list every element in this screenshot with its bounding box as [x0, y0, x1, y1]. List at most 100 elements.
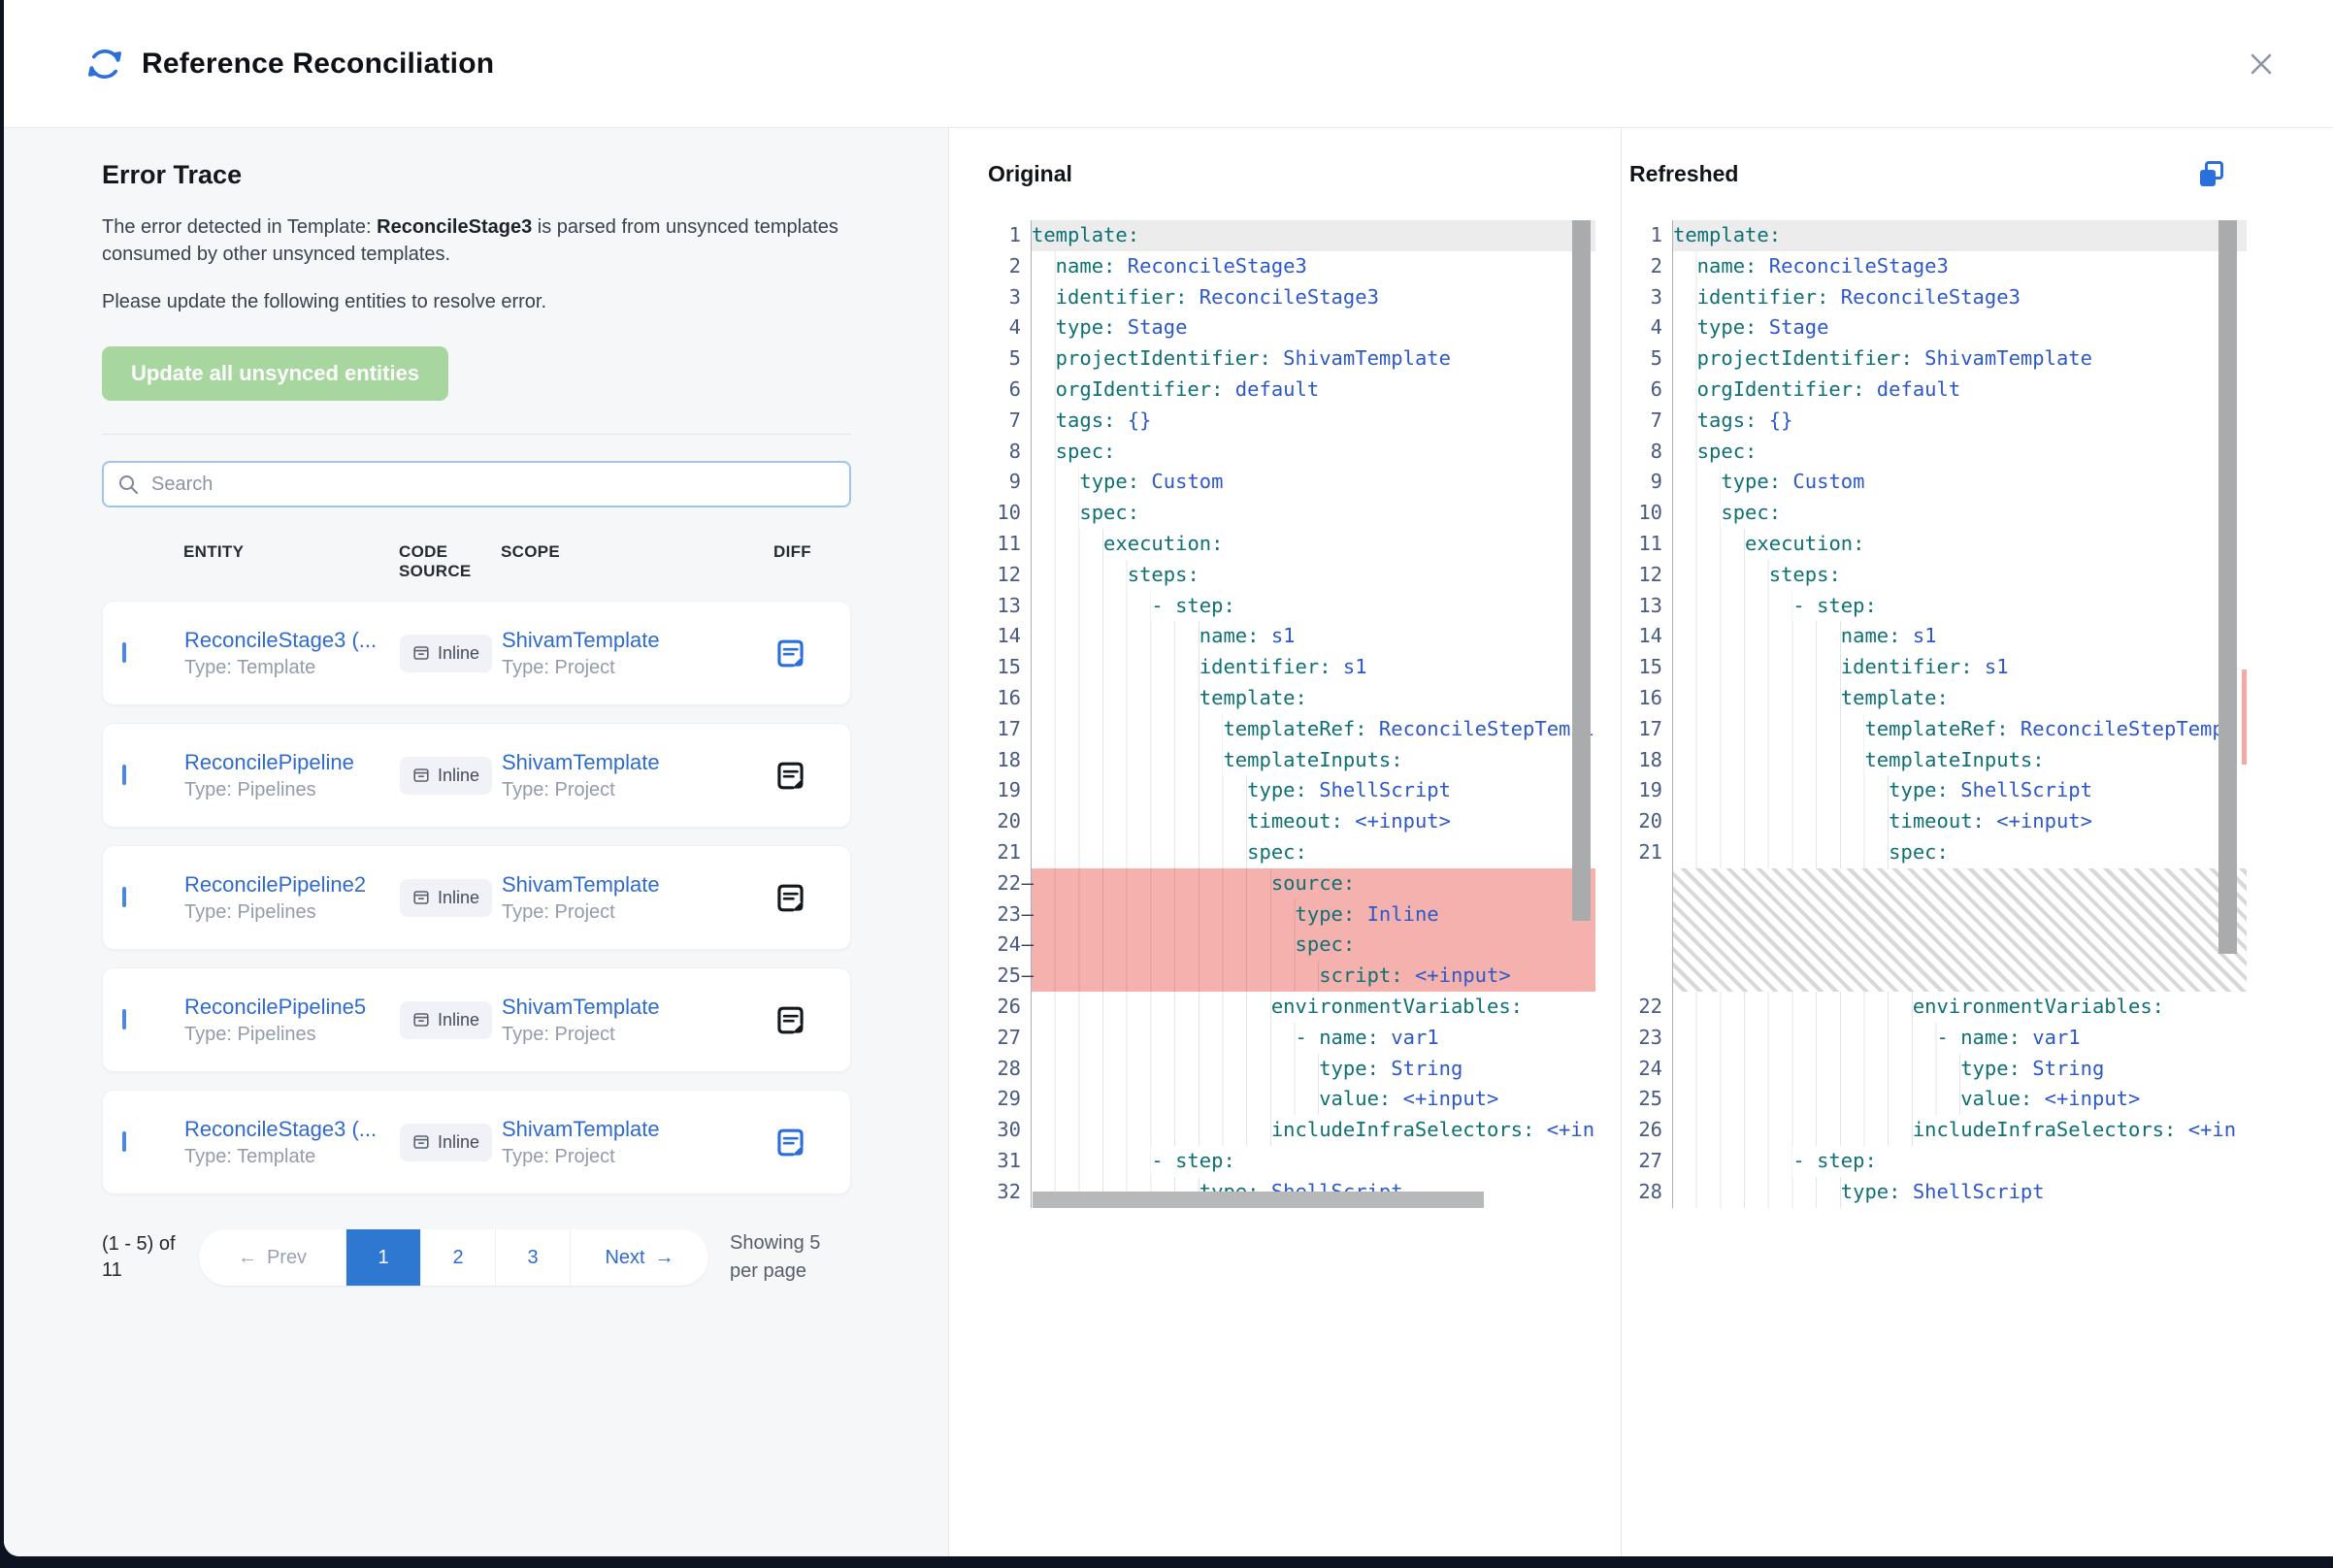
column-entity: ENTITY [183, 542, 399, 562]
code-line: 4type: Stage [988, 312, 1595, 343]
page-button-2[interactable]: 2 [421, 1229, 496, 1286]
code-line: 19type: ShellScript [988, 775, 1595, 806]
dialog-header: Reference Reconciliation [4, 0, 2333, 128]
row-checkbox[interactable] [122, 887, 126, 907]
diff-note-icon[interactable] [772, 1125, 808, 1160]
horizontal-scrollbar[interactable] [1033, 1192, 1484, 1208]
code-line: 28type: ShellScript [1629, 1177, 2247, 1208]
table-row: ReconcilePipeline5 Type: Pipelines Inlin… [102, 967, 851, 1072]
table-header: ENTITY CODE SOURCE SCOPE DIFF [102, 542, 851, 581]
code-line: 12steps: [1629, 560, 2247, 591]
diff-note-icon[interactable] [772, 1002, 808, 1038]
code-line: 8spec: [1629, 437, 2247, 468]
copy-icon[interactable] [2196, 159, 2227, 190]
pagination-range: (1 - 5) of 11 [102, 1231, 180, 1284]
code-line: 13- step: [988, 591, 1595, 622]
original-code-editor: 1template:2name: ReconcileStage33identif… [988, 220, 1595, 1208]
code-line: 14name: s1 [1629, 621, 2247, 652]
code-line: 1template: [1629, 220, 2247, 251]
row-checkbox[interactable] [122, 1009, 126, 1029]
diff-note-icon[interactable] [772, 636, 808, 671]
code-line: 31- step: [988, 1146, 1595, 1177]
diff-overview-marker [2242, 670, 2247, 765]
error-trace-heading: Error Trace [102, 160, 851, 190]
repository-icon [412, 767, 430, 784]
entity-type-label: Type: Pipelines [184, 779, 400, 801]
scope-link[interactable]: ShivamTemplate [502, 628, 710, 653]
code-line: 26environmentVariables: [988, 992, 1595, 1023]
entity-link[interactable]: ReconcilePipeline5 [184, 995, 393, 1020]
search-input[interactable] [149, 473, 837, 497]
code-line: 21spec: [1629, 837, 2247, 868]
code-line: 8spec: [988, 437, 1595, 468]
code-source-badge: Inline [400, 757, 492, 795]
code-source-badge: Inline [400, 1124, 492, 1161]
scope-type-label: Type: Project [502, 1146, 772, 1168]
code-line: 20timeout: <+input> [1629, 806, 2247, 837]
update-all-unsynced-entities-button[interactable]: Update all unsynced entities [102, 346, 448, 401]
entity-type-label: Type: Template [184, 1146, 400, 1168]
code-line: 21spec: [988, 837, 1595, 868]
code-line: 22environmentVariables: [1629, 992, 2247, 1023]
entity-link[interactable]: ReconcileStage3 (... [184, 628, 393, 653]
code-line: 17templateRef: ReconcileStepTempl [988, 714, 1595, 745]
code-line: 27- name: var1 [988, 1023, 1595, 1054]
code-source-badge: Inline [400, 635, 492, 672]
table-row: ReconcilePipeline Type: Pipelines Inline… [102, 723, 851, 828]
code-line: 3identifier: ReconcileStage3 [1629, 282, 2247, 313]
repository-icon [412, 644, 430, 662]
column-diff: DIFF [773, 542, 832, 562]
scope-link[interactable]: ShivamTemplate [502, 872, 710, 898]
code-source-badge: Inline [400, 1001, 492, 1039]
vertical-scrollbar[interactable] [2218, 220, 2237, 954]
row-checkbox[interactable] [122, 1131, 126, 1152]
code-line: 29value: <+input> [988, 1084, 1595, 1115]
code-line: 7tags: {} [1629, 406, 2247, 437]
repository-icon [412, 1133, 430, 1151]
vertical-scrollbar[interactable] [1572, 220, 1591, 921]
page-button-1[interactable]: 1 [346, 1229, 421, 1286]
entity-type-label: Type: Template [184, 657, 400, 679]
code-line: 20timeout: <+input> [988, 806, 1595, 837]
entity-list: ReconcileStage3 (... Type: Template Inli… [102, 601, 851, 1194]
code-line: 15identifier: s1 [988, 652, 1595, 683]
entity-link[interactable]: ReconcilePipeline2 [184, 872, 393, 898]
code-line: 30includeInfraSelectors: <+in [988, 1115, 1595, 1146]
diff-note-icon[interactable] [772, 880, 808, 916]
code-line: 25—script: <+input> [988, 961, 1595, 992]
code-line: 5projectIdentifier: ShivamTemplate [988, 343, 1595, 375]
entity-link[interactable]: ReconcilePipeline [184, 750, 393, 775]
dialog-body: Error Trace The error detected in Templa… [4, 128, 2333, 1556]
next-page-button[interactable]: Next → [571, 1229, 708, 1286]
code-line: 16template: [988, 683, 1595, 714]
row-checkbox[interactable] [122, 642, 126, 663]
prev-page-button[interactable]: ← Prev [199, 1229, 346, 1286]
error-template-name: ReconcileStage3 [377, 216, 532, 238]
scope-type-label: Type: Project [502, 657, 772, 679]
refreshed-panel: Refreshed 1template:2name: ReconcileStag… [1622, 128, 2333, 1556]
scope-link[interactable]: ShivamTemplate [502, 750, 710, 775]
dialog-title: Reference Reconciliation [142, 48, 494, 81]
code-line: 19type: ShellScript [1629, 775, 2247, 806]
scope-link[interactable]: ShivamTemplate [502, 995, 710, 1020]
entity-link[interactable]: ReconcileStage3 (... [184, 1117, 393, 1142]
row-checkbox[interactable] [122, 765, 126, 785]
column-code-source: CODE SOURCE [399, 542, 501, 581]
refresh-icon [85, 45, 124, 83]
error-trace-panel: Error Trace The error detected in Templa… [4, 128, 949, 1556]
scope-link[interactable]: ShivamTemplate [502, 1117, 710, 1142]
diff-note-icon[interactable] [772, 758, 808, 794]
code-line: 9type: Custom [1629, 467, 2247, 498]
left-arrow-icon: ← [238, 1247, 257, 1269]
refreshed-panel-title: Refreshed [1629, 161, 1738, 187]
search-box [102, 461, 851, 507]
repository-icon [412, 1011, 430, 1029]
divider [102, 434, 851, 435]
error-trace-description: The error detected in Template: Reconcil… [102, 213, 851, 269]
code-line: 22—source: [988, 868, 1595, 899]
close-icon[interactable] [2246, 49, 2277, 80]
column-scope: SCOPE [501, 542, 773, 562]
page-button-3[interactable]: 3 [496, 1229, 571, 1286]
code-line: 1template: [988, 220, 1595, 251]
code-line: 14name: s1 [988, 621, 1595, 652]
